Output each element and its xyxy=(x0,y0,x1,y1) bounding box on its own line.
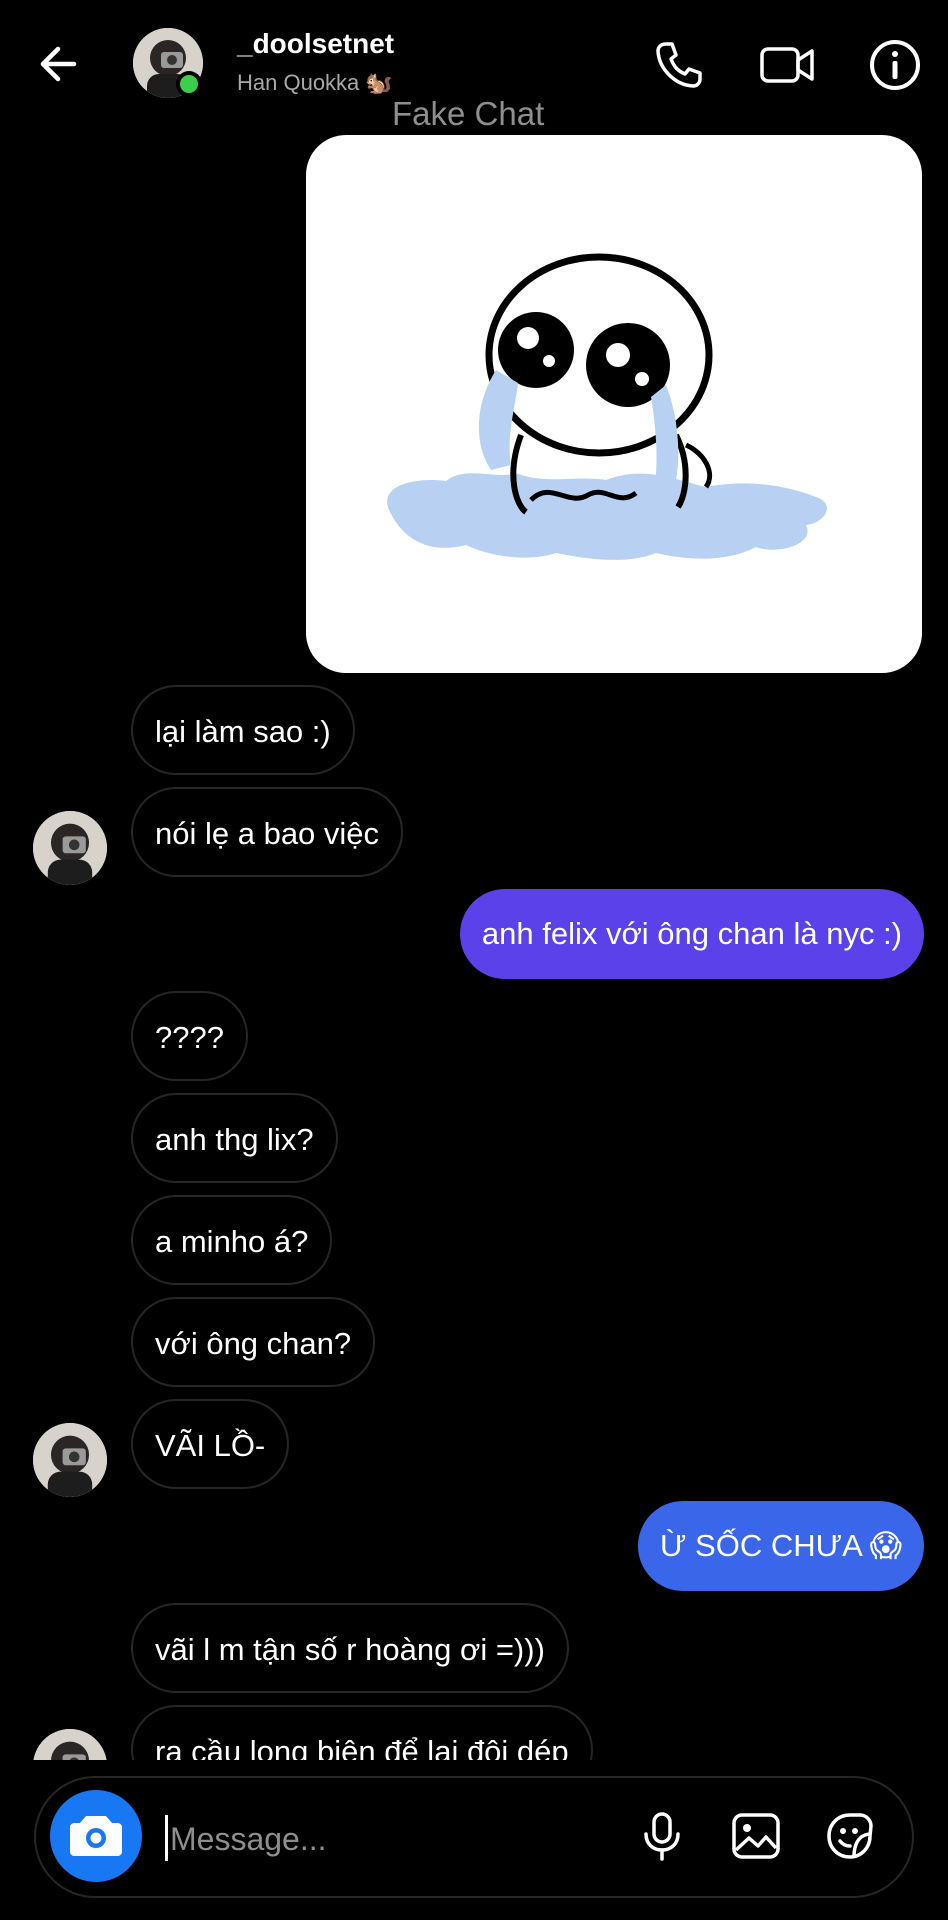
sent-message[interactable]: anh felix với ông chan là nyc :) xyxy=(459,889,924,979)
sender-avatar[interactable] xyxy=(33,1423,107,1497)
crying-ghost-sticker xyxy=(387,253,827,560)
gallery-icon[interactable] xyxy=(728,1808,784,1864)
contact-username[interactable]: _doolsetnet xyxy=(237,28,394,60)
received-message[interactable]: ???? xyxy=(131,991,248,1081)
video-icon[interactable] xyxy=(757,36,817,94)
received-message[interactable]: lại làm sao :) xyxy=(131,685,355,775)
received-message[interactable]: với ông chan? xyxy=(131,1297,376,1387)
avatar-photo xyxy=(33,1423,107,1497)
info-icon[interactable] xyxy=(866,36,924,94)
microphone-icon[interactable] xyxy=(634,1808,690,1864)
received-message[interactable]: anh thg lix? xyxy=(131,1093,338,1183)
sender-avatar[interactable] xyxy=(33,811,107,885)
received-message[interactable]: a minho á? xyxy=(131,1195,333,1285)
watermark-text: Fake Chat xyxy=(392,95,545,132)
phone-icon[interactable] xyxy=(650,36,708,94)
received-message[interactable]: VÃI LỒ- xyxy=(131,1399,290,1489)
online-status-dot xyxy=(176,71,202,97)
camera-icon xyxy=(70,1816,122,1856)
contact-display-name: Han Quokka 🐿️ xyxy=(237,70,393,95)
message-input[interactable] xyxy=(168,1810,612,1868)
camera-button[interactable] xyxy=(50,1790,142,1882)
back-arrow-icon[interactable] xyxy=(34,38,86,90)
sticker-icon[interactable] xyxy=(822,1808,878,1864)
sent-message[interactable]: Ừ SỐC CHƯA 😱 xyxy=(637,1501,924,1591)
avatar-photo xyxy=(33,811,107,885)
received-message[interactable]: vãi l m tận số r hoàng ơi =))) xyxy=(131,1603,569,1693)
image-message[interactable] xyxy=(306,135,922,673)
received-message[interactable]: nói lẹ a bao việc xyxy=(131,787,404,877)
